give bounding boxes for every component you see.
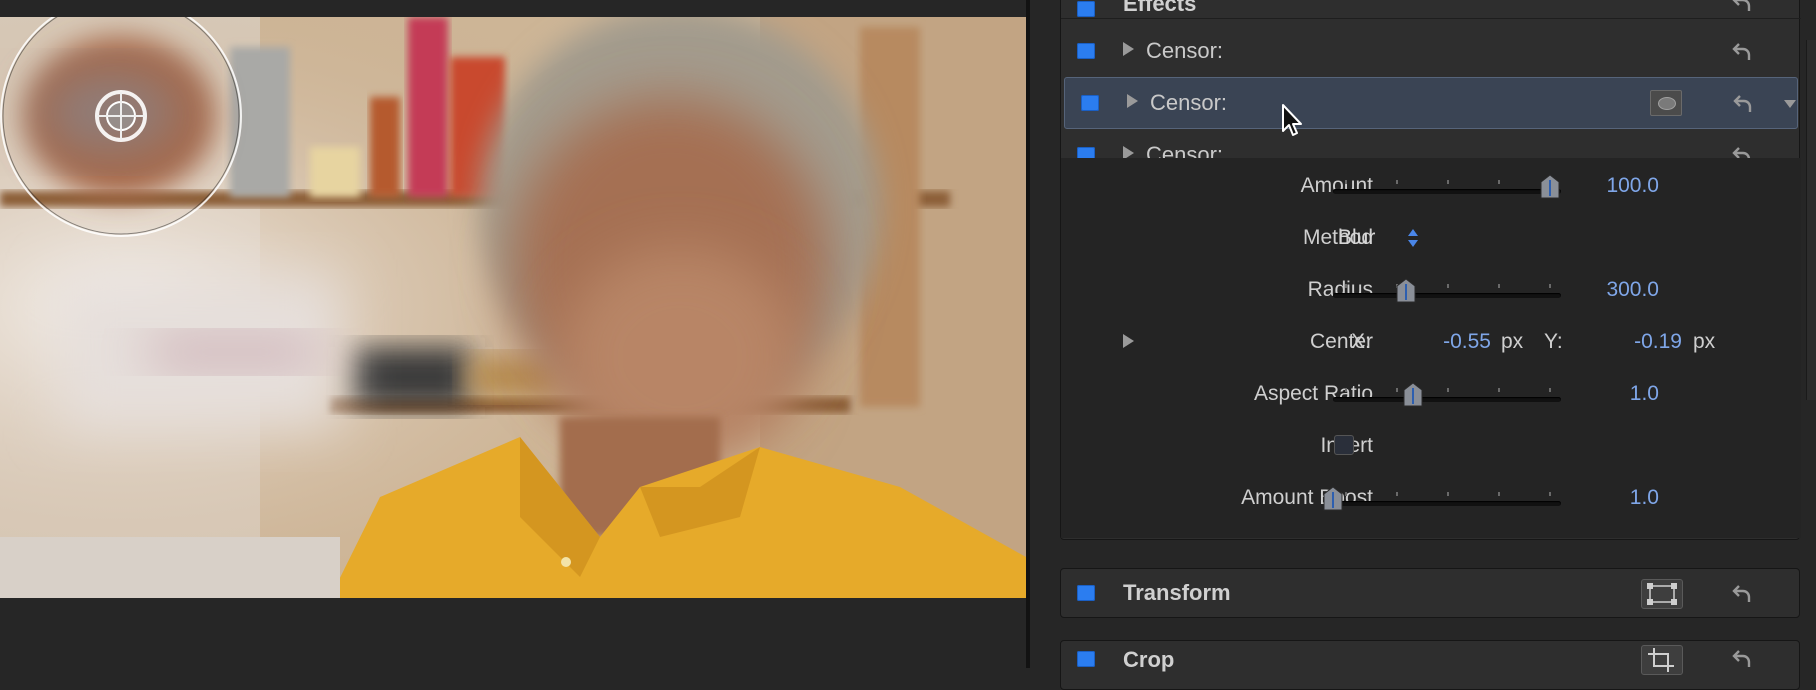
aspect-ratio-slider[interactable] xyxy=(1333,382,1561,407)
video-image xyxy=(0,17,1026,598)
slider-thumb[interactable] xyxy=(1401,382,1425,408)
divider xyxy=(1061,18,1801,19)
slider-tick xyxy=(1498,492,1500,496)
center-x-unit: px xyxy=(1501,330,1524,353)
reset-icon[interactable] xyxy=(1732,92,1754,114)
popup-stepper-icon[interactable] xyxy=(1406,226,1420,250)
censor-parameters: Amount 100.0 Method Blur Radius 300.0 Ce… xyxy=(1061,158,1801,538)
slider-tick xyxy=(1498,180,1500,184)
slider-tick xyxy=(1447,388,1449,392)
slider-tick xyxy=(1345,284,1347,288)
center-y-unit: px xyxy=(1693,330,1716,353)
slider-tick xyxy=(1345,388,1347,392)
slider-track[interactable] xyxy=(1333,397,1561,402)
slider-track[interactable] xyxy=(1333,501,1561,506)
param-center: Center X: -0.55 px Y: -0.19 px xyxy=(1061,316,1801,368)
inspector-gutter xyxy=(1030,0,1060,668)
censor-2-enable-checkbox[interactable] xyxy=(1081,95,1099,111)
slider-track[interactable] xyxy=(1333,189,1561,194)
crop-icon xyxy=(1648,648,1674,672)
reset-icon[interactable] xyxy=(1731,0,1753,13)
center-x-label: X: xyxy=(1351,330,1371,353)
invert-checkbox[interactable] xyxy=(1334,435,1354,455)
slider-tick xyxy=(1498,284,1500,288)
slider-tick xyxy=(1447,492,1449,496)
slider-thumb[interactable] xyxy=(1394,278,1418,304)
censor-2-label: Censor: xyxy=(1150,90,1228,115)
inspector-panel: Effects Censor: Censor: Censor: Amount 1… xyxy=(1060,0,1816,690)
method-popup[interactable]: Blur xyxy=(1338,226,1375,250)
param-radius: Radius 300.0 xyxy=(1061,264,1801,316)
reset-icon[interactable] xyxy=(1731,40,1753,62)
param-invert: Invert xyxy=(1061,420,1801,472)
slider-track[interactable] xyxy=(1333,293,1561,298)
transform-enable-checkbox[interactable] xyxy=(1077,585,1095,601)
slider-tick xyxy=(1396,492,1398,496)
mouse-pointer-icon xyxy=(1282,104,1302,136)
slider-tick xyxy=(1498,388,1500,392)
transform-onscreen-icon[interactable] xyxy=(1641,579,1683,609)
crop-label: Crop xyxy=(1123,647,1175,672)
param-amount: Amount 100.0 xyxy=(1061,160,1801,212)
slider-tick xyxy=(1345,492,1347,496)
censor-1-enable-checkbox[interactable] xyxy=(1077,43,1095,59)
reset-icon[interactable] xyxy=(1731,647,1753,669)
mask-shape-icon[interactable] xyxy=(1650,90,1682,116)
amount-value[interactable]: 100.0 xyxy=(1539,174,1659,198)
censor-1-label: Censor: xyxy=(1146,38,1224,63)
crop-section[interactable]: Crop xyxy=(1060,640,1800,690)
slider-tick xyxy=(1396,388,1398,392)
video-viewer[interactable] xyxy=(0,0,1026,668)
amount-boost-value[interactable]: 1.0 xyxy=(1539,486,1659,510)
reset-icon[interactable] xyxy=(1731,582,1753,604)
slider-tick xyxy=(1447,284,1449,288)
transform-label: Transform xyxy=(1123,580,1231,605)
video-frame[interactable] xyxy=(0,17,1026,598)
center-y-value[interactable]: -0.19 xyxy=(1592,330,1682,354)
slider-tick xyxy=(1396,180,1398,184)
radius-value[interactable]: 300.0 xyxy=(1539,278,1659,302)
slider-thumb[interactable] xyxy=(1321,486,1345,512)
effects-section: Effects Censor: Censor: Censor: Amount 1… xyxy=(1060,0,1801,540)
center-y-label: Y: xyxy=(1544,330,1563,353)
slider-tick xyxy=(1447,180,1449,184)
crop-enable-checkbox[interactable] xyxy=(1077,651,1095,667)
transform-section[interactable]: Transform xyxy=(1060,568,1800,618)
crop-onscreen-icon[interactable] xyxy=(1641,645,1683,675)
radius-slider[interactable] xyxy=(1333,278,1561,303)
slider-tick xyxy=(1345,180,1347,184)
censor-effect-row-1[interactable]: Censor: xyxy=(1061,25,1801,77)
amount-slider[interactable] xyxy=(1333,174,1561,199)
disclosure-triangle-icon[interactable] xyxy=(1123,42,1134,56)
amount-boost-slider[interactable] xyxy=(1323,486,1561,511)
inspector-scrollbar[interactable] xyxy=(1806,40,1816,400)
center-x-value[interactable]: -0.55 xyxy=(1401,330,1491,354)
chevron-down-icon[interactable] xyxy=(1784,100,1796,108)
param-method: Method Blur xyxy=(1061,212,1801,264)
disclosure-triangle-icon[interactable] xyxy=(1127,94,1138,108)
disclosure-triangle-icon[interactable] xyxy=(1123,334,1134,348)
effects-enable-checkbox[interactable] xyxy=(1077,1,1095,17)
param-amount-boost: Amount Boost 1.0 xyxy=(1061,472,1801,524)
censor-effect-row-2[interactable]: Censor: xyxy=(1064,77,1798,129)
param-aspect-ratio: Aspect Ratio 1.0 xyxy=(1061,368,1801,420)
bounding-box-icon xyxy=(1647,583,1677,605)
effects-header-label: Effects xyxy=(1123,0,1197,16)
aspect-ratio-value[interactable]: 1.0 xyxy=(1539,382,1659,406)
